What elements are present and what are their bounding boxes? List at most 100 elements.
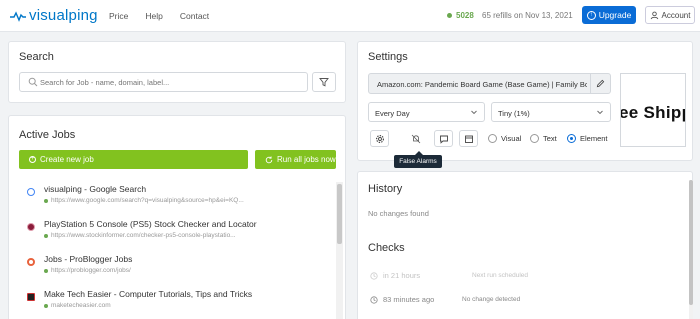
mode-text-label: Text [543, 134, 557, 143]
maketecheasier-favicon-icon [27, 293, 35, 301]
mode-element-label: Element [580, 134, 608, 143]
filter-icon [319, 78, 329, 87]
page-preview-thumbnail[interactable]: ee Shipp [620, 73, 686, 147]
job-url: https://www.stockinformer.com/checker-ps… [44, 232, 236, 239]
create-job-button[interactable]: + Create new job [19, 150, 248, 169]
run-all-label: Run all jobs now [277, 155, 336, 164]
schedule-button[interactable] [459, 130, 478, 147]
job-name-value: Amazon.com: Pandemic Board Game (Base Ga… [377, 80, 587, 89]
nav-link-help[interactable]: Help [145, 11, 162, 21]
mode-visual-radio[interactable]: Visual [488, 134, 521, 143]
plus-circle-icon: + [29, 156, 36, 163]
active-jobs-panel: Active Jobs + Create new job Run all job… [8, 115, 346, 319]
calendar-icon [464, 135, 473, 143]
clock-icon [370, 272, 378, 280]
checks-title: Checks [368, 242, 405, 254]
history-panel: History No changes found Checks in 21 ho… [357, 171, 693, 319]
upgrade-arrow-icon: ↑ [586, 10, 596, 20]
radio-circle [530, 134, 539, 143]
mode-visual-label: Visual [501, 134, 522, 143]
job-url-text: maketecheasier.com [51, 302, 111, 309]
history-empty-text: No changes found [368, 209, 429, 218]
job-name-field[interactable]: Amazon.com: Pandemic Board Game (Base Ga… [368, 73, 611, 94]
upgrade-button[interactable]: ↑ Upgrade [582, 6, 636, 24]
advanced-settings-button[interactable] [370, 130, 389, 147]
comments-button[interactable] [434, 130, 453, 147]
stockinformer-favicon-icon [27, 223, 35, 231]
active-jobs-title: Active Jobs [19, 129, 76, 141]
job-list-item[interactable]: PlayStation 5 Console (PS5) Stock Checke… [19, 217, 334, 251]
edit-name-button[interactable] [590, 73, 610, 94]
mode-element-radio[interactable]: Element [567, 134, 608, 143]
credit-count: 5028 [456, 11, 474, 20]
job-url-text: https://www.google.com/search?q=visualpi… [51, 197, 244, 204]
job-title: Jobs - ProBlogger Jobs [44, 254, 133, 264]
check-status: Next run scheduled [472, 272, 529, 279]
chevron-down-icon [597, 110, 603, 115]
bell-off-icon [411, 134, 420, 143]
job-url-text: https://www.stockinformer.com/checker-ps… [51, 232, 236, 239]
run-all-jobs-button[interactable]: Run all jobs now [255, 150, 336, 169]
credit-balance: 5028 [447, 11, 474, 20]
job-url: maketecheasier.com [44, 302, 111, 309]
false-alarms-tooltip: False Alarms [394, 151, 442, 168]
job-list-scroll-thumb[interactable] [337, 184, 342, 244]
search-input[interactable] [40, 75, 300, 90]
credit-status-dot [447, 13, 452, 18]
job-status-dot [44, 233, 48, 238]
job-status-dot [44, 303, 48, 308]
job-url: https://problogger.com/jobs/ [44, 267, 131, 274]
upgrade-label: Upgrade [598, 10, 632, 20]
search-icon [28, 77, 38, 87]
check-status: No change detected [462, 296, 521, 303]
mode-text-radio[interactable]: Text [530, 134, 557, 143]
nav-link-price[interactable]: Price [109, 11, 128, 21]
false-alarms-button[interactable] [406, 130, 425, 147]
check-row: 83 minutes ago No change detected [368, 293, 683, 309]
sensitivity-select[interactable]: Tiny (1%) [491, 102, 611, 122]
account-button[interactable]: Account [645, 6, 695, 24]
job-list-item[interactable]: visualping - Google Search https://www.g… [19, 182, 334, 216]
gear-icon [375, 134, 384, 143]
job-url: https://www.google.com/search?q=visualpi… [44, 197, 244, 204]
pulse-logo-icon [10, 10, 26, 22]
refresh-icon [265, 155, 273, 163]
history-scroll-thumb[interactable] [689, 180, 693, 305]
check-row: in 21 hours Next run scheduled [368, 269, 683, 285]
frequency-select[interactable]: Every Day [368, 102, 485, 122]
job-list-item[interactable]: Make Tech Easier - Computer Tutorials, T… [19, 287, 334, 319]
main-nav: Price Help Contact [109, 11, 226, 21]
check-time: in 21 hours [383, 271, 421, 280]
filter-button[interactable] [312, 72, 336, 92]
job-status-dot [44, 268, 48, 273]
search-panel: Search [8, 41, 346, 103]
sensitivity-value: Tiny (1%) [498, 109, 530, 118]
job-title: Make Tech Easier - Computer Tutorials, T… [44, 289, 253, 299]
create-job-label: Create new job [40, 155, 94, 164]
nav-link-contact[interactable]: Contact [180, 11, 209, 21]
job-list-item[interactable]: Jobs - ProBlogger Jobs https://problogge… [19, 252, 334, 286]
settings-title: Settings [368, 51, 408, 63]
brand-logo[interactable]: visualping [10, 7, 98, 24]
job-list: visualping - Google Search https://www.g… [19, 182, 344, 319]
account-label: Account [661, 10, 691, 20]
radio-circle [488, 134, 497, 143]
search-title: Search [19, 51, 54, 63]
clock-icon [370, 296, 378, 304]
job-url-text: https://problogger.com/jobs/ [51, 267, 131, 274]
problogger-favicon-icon [27, 258, 35, 266]
job-status-dot [44, 198, 48, 203]
pencil-icon [596, 79, 605, 88]
search-field[interactable] [19, 72, 308, 92]
brand-name: visualping [29, 7, 98, 24]
settings-panel: Settings Amazon.com: Pandemic Board Game… [357, 41, 693, 161]
preview-text: ee Shipp [620, 103, 686, 122]
refill-info: 65 refills on Nov 13, 2021 [482, 11, 573, 20]
chat-bubble-icon [439, 135, 448, 144]
chevron-down-icon [471, 110, 477, 115]
frequency-value: Every Day [375, 109, 410, 118]
job-title: PlayStation 5 Console (PS5) Stock Checke… [44, 219, 257, 229]
job-title: visualping - Google Search [44, 184, 147, 194]
google-favicon-icon [27, 188, 35, 196]
user-icon [650, 11, 658, 19]
